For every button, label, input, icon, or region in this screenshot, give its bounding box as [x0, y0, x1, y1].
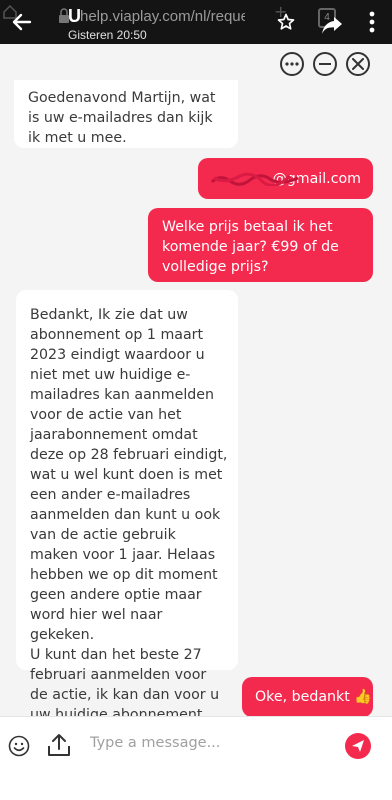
- close-button[interactable]: [346, 52, 370, 76]
- message-composer: [0, 716, 392, 800]
- options-button[interactable]: [280, 52, 304, 76]
- message-input[interactable]: [90, 723, 330, 763]
- send-icon: [352, 740, 364, 752]
- timestamp: Gisteren 20:50: [68, 28, 147, 42]
- upload-icon[interactable]: [46, 731, 72, 759]
- message-outgoing: @gmail.com: [198, 158, 373, 199]
- url-text[interactable]: help.viaplay.com/nl/reques: [80, 8, 245, 25]
- back-arrow-icon[interactable]: [10, 10, 34, 34]
- redaction-scribble: [210, 172, 299, 186]
- browser-top-bar: U help.viaplay.com/nl/reques Gisteren 20…: [0, 0, 392, 44]
- options-icon: [285, 62, 299, 66]
- send-button[interactable]: [345, 733, 371, 759]
- emoji-icon[interactable]: [8, 735, 30, 757]
- more-vertical-icon[interactable]: [362, 8, 382, 36]
- message-outgoing: Welke prijs betaal ik het komende jaar? …: [148, 208, 373, 282]
- share-icon[interactable]: [320, 14, 344, 36]
- close-icon: [352, 58, 364, 70]
- minimize-icon: [319, 63, 331, 65]
- message-incoming: Goedenavond Martijn, wat is uw e-mailadr…: [14, 80, 238, 148]
- minimize-button[interactable]: [313, 52, 337, 76]
- star-icon[interactable]: [276, 12, 296, 32]
- message-incoming: Bedankt, Ik zie dat uw abonnement op 1 m…: [16, 290, 238, 783]
- message-outgoing: Oke, bedankt 👍: [242, 677, 373, 717]
